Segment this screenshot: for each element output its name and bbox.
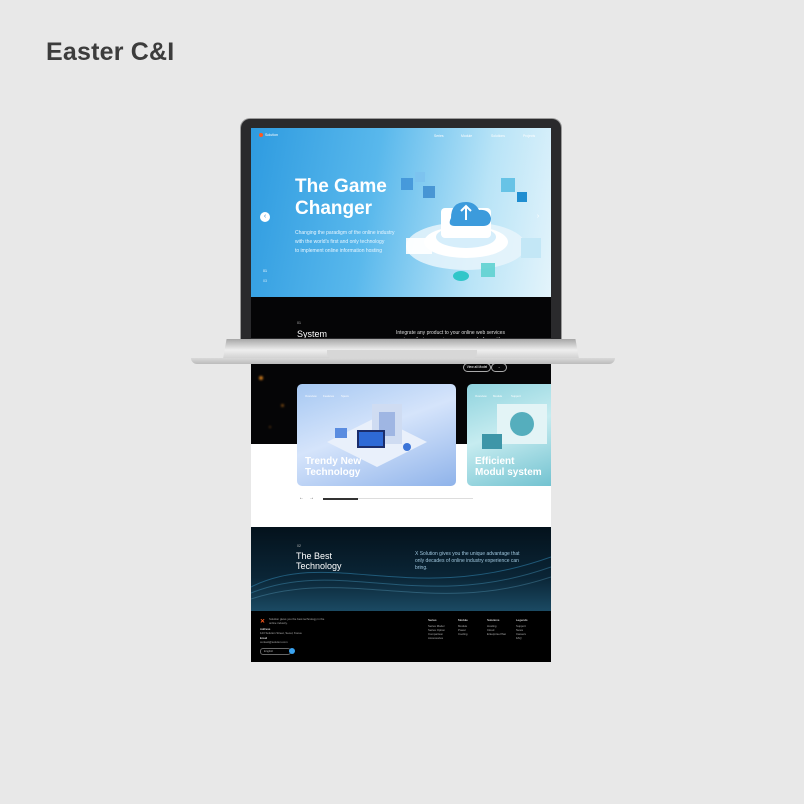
nav-item-series[interactable]: Series [434,134,444,138]
laptop-screen: Solution Series Module Solutions Project… [251,128,551,338]
footer-email[interactable]: contact@solution.com [260,640,288,644]
card-title: Trendy New Technology [305,456,362,478]
logo-dot-icon [259,133,263,138]
logo-label: Solution [265,133,278,137]
nav-item-solutions[interactable]: Solutions [491,134,505,138]
hero-title: The Game Changer [295,176,387,219]
card-nav-item[interactable]: Features [323,394,334,398]
card-nav-item[interactable]: Overview [305,394,317,398]
carousel-prev-button[interactable]: ← [299,495,304,501]
hero-page-current: 01 [263,269,267,273]
hero-section: Solution Series Module Solutions Project… [251,128,551,297]
card-title: Efficient Modul system [475,456,542,478]
nav-item-projects[interactable]: Projects [523,134,535,138]
hero-next-button[interactable]: › [533,212,543,222]
page-title: Easter C&I [46,38,175,66]
system-section-number: 01 [297,321,301,325]
language-select[interactable]: English [260,648,291,655]
footer-col-head: Module [458,618,468,622]
glow-dot [259,376,263,380]
cloud-illustration [401,172,541,281]
carousel-progress-fill [323,497,358,500]
system-title: System [297,329,328,338]
site-logo[interactable]: Solution [259,133,278,138]
carousel-next-button[interactable]: → [309,495,314,501]
footer-link[interactable]: Cooling [458,632,468,636]
footer-logo-icon: ✕ [260,619,266,625]
footer-link[interactable]: FAQ [516,636,522,640]
footer-col-head: Legends [516,618,528,622]
card-nav-item[interactable]: Overview [475,394,487,398]
footer-col-head: Solutions [487,618,500,622]
card-trendy-technology[interactable]: Overview Features Specs Trendy New Techn… [297,384,456,486]
view-all-arrow-button[interactable]: → [491,364,507,372]
card-nav-item[interactable]: Support [511,394,521,398]
language-select-value: English [264,649,274,653]
view-all-button[interactable]: View all Model [463,364,491,372]
system-description: Integrate any product to your online web… [396,330,505,338]
technology-section-number: 02 [297,544,301,548]
page-continuation: View all Model → Overview Features Specs… [251,364,551,662]
hero-subtitle: Changing the paradigm of the online indu… [295,230,395,254]
footer-tagline: Solution gives you the best technology i… [269,617,325,625]
carousel-progress [323,497,473,500]
footer-col-head: Series [428,618,437,622]
footer-link[interactable]: Enterprise Plan [487,632,506,636]
nav-item-module[interactable]: Module [461,134,472,138]
technology-title: The Best Technology [296,551,342,571]
footer: ✕ Solution gives you the best technology… [251,611,551,662]
glow-dot [269,426,271,428]
system-section: 01 System Integrate any product to your … [251,297,551,338]
footer-address: 123 Solution Street, Seoul, Korea [260,631,302,635]
card-nav-item[interactable]: Specs [341,394,349,398]
hero-prev-button[interactable]: ‹ [260,212,270,222]
hero-page-total: 03 [263,279,267,283]
footer-link[interactable]: Accessories [428,636,443,640]
glow-dot [281,404,284,407]
technology-description: X Solution gives you the unique advantag… [415,551,520,571]
card-nav-item[interactable]: Module [493,394,502,398]
language-go-icon[interactable] [289,648,295,654]
top-nav: Solution Series Module Solutions Project… [251,128,551,142]
module-illustration [482,404,547,449]
technology-section: 02 The Best Technology X Solution gives … [251,527,551,611]
card-efficient-module[interactable]: Overview Module Support Efficient Modul … [467,384,551,486]
